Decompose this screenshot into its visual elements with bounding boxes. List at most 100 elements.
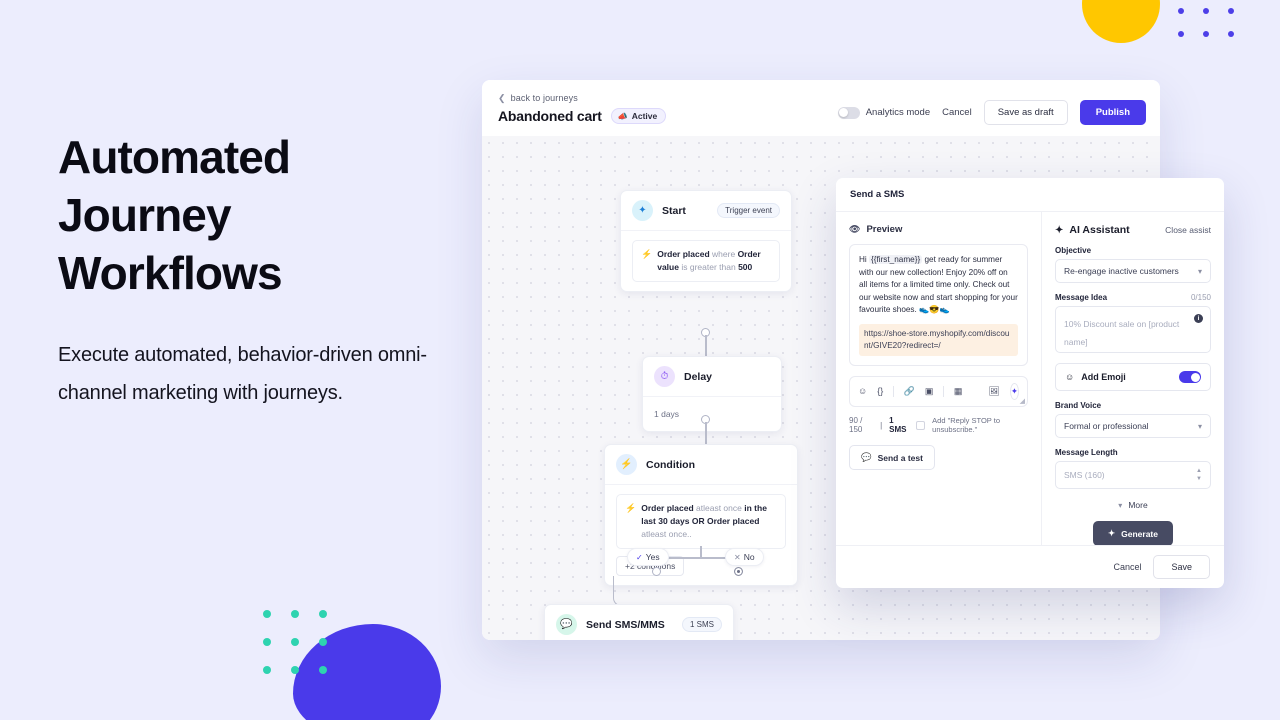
merge-tag-icon[interactable]: {} <box>877 387 883 396</box>
brand-voice-select[interactable]: Formal or professional ▾ <box>1055 414 1211 438</box>
branch-elbow-yes <box>613 576 657 606</box>
cond-rule-or: OR <box>691 516 705 526</box>
analytics-mode-toggle[interactable] <box>837 106 860 119</box>
modal-save-button[interactable]: Save <box>1153 555 1210 579</box>
cond-rule-a: Order placed <box>641 503 694 513</box>
message-preview-text: Hi {{first_name}} get ready for summer w… <box>859 254 1018 317</box>
chevron-down-icon-3: ▾ <box>1118 500 1123 510</box>
node-send-sms-pill: 1 SMS <box>681 617 722 632</box>
sms-editor-pane: 👁 Preview Hi {{first_name}} get ready fo… <box>836 212 1042 545</box>
node-delay-body: 1 days <box>643 397 781 431</box>
page-title: Abandoned cart <box>498 108 602 124</box>
cond-rule-d-light: atleast once.. <box>641 529 692 539</box>
image-placeholder-icon[interactable]: ▣ <box>925 387 934 396</box>
node-send-sms[interactable]: 💬 Send SMS/MMS 1 SMS Hi {{first_name}} g… <box>544 604 734 640</box>
node-start-header: ✦ Start Trigger event <box>621 191 791 231</box>
chat-bubble-icon-small: 💬 <box>861 452 872 462</box>
cursor-click-icon: ✦ <box>632 200 653 221</box>
counter-divider: | <box>880 420 883 430</box>
analytics-mode-label: Analytics mode <box>865 107 931 118</box>
chat-bubble-icon: 💬 <box>556 614 577 635</box>
stepper-arrows[interactable]: ▲ ▼ <box>1196 468 1202 482</box>
node-delay-header: ⏱ Delay <box>643 357 781 397</box>
builder-header: ❮ back to journeys Abandoned cart 📣 Acti… <box>482 80 1160 136</box>
caret-down-icon[interactable]: ▼ <box>1196 476 1202 482</box>
publish-button[interactable]: Publish <box>1079 100 1146 125</box>
rule-event: Order placed <box>657 249 710 259</box>
editor-toolbar: ☺ {} 🔗 ▣ ▦ 🖼 ✦ ◢ <box>849 376 1028 407</box>
info-icon[interactable]: i <box>1194 314 1203 323</box>
chevron-down-icon: ▾ <box>1197 266 1202 276</box>
unsubscribe-checkbox[interactable] <box>916 420 926 430</box>
hero-title-line-1: Automated <box>58 131 291 183</box>
node-start-title: Start <box>662 204 686 217</box>
message-length-stepper[interactable]: SMS (160) ▲ ▼ <box>1055 461 1211 489</box>
message-idea-row: Message Idea 0/150 <box>1055 293 1211 302</box>
objective-select[interactable]: Re-engage inactive customers ▾ <box>1055 259 1211 283</box>
send-sms-modal: Send a SMS 👁 Preview Hi {{first_name}} g… <box>836 178 1224 588</box>
more-options-toggle[interactable]: ▾ More <box>1055 500 1211 510</box>
hero-title: Automated Journey Workflows <box>58 128 428 302</box>
link-icon[interactable]: 🔗 <box>904 387 915 396</box>
media-icon[interactable]: 🖼 <box>988 387 999 396</box>
node-delay-title: Delay <box>684 370 713 383</box>
generate-button[interactable]: ✦ Generate <box>1093 521 1173 546</box>
connector-line-2 <box>705 422 707 446</box>
message-length-label: Message Length <box>1055 448 1118 457</box>
message-idea-textarea[interactable]: 10% Discount sale on [product name] i <box>1055 306 1211 353</box>
caret-up-icon[interactable]: ▲ <box>1196 468 1202 474</box>
cancel-button[interactable]: Cancel <box>942 107 972 118</box>
node-start-pill: Trigger event <box>717 203 780 218</box>
clock-icon: ⏱ <box>654 366 675 387</box>
generate-label: Generate <box>1121 528 1158 539</box>
preview-header: 👁 Preview <box>849 224 1028 235</box>
branch-dot-no[interactable] <box>734 567 743 576</box>
node-send-sms-title: Send SMS/MMS <box>586 618 665 631</box>
close-assist-button[interactable]: Close assist <box>1165 225 1211 235</box>
cond-rule-d: Order placed <box>706 516 760 526</box>
back-to-journeys-link[interactable]: ❮ back to journeys <box>498 93 666 103</box>
node-start-rule: ⚡ Order placed where Order value is grea… <box>632 240 780 282</box>
builder-header-left: ❮ back to journeys Abandoned cart 📣 Acti… <box>498 88 667 124</box>
objective-label: Objective <box>1055 246 1092 255</box>
branch-chip-no[interactable]: ✕ No <box>725 548 764 566</box>
back-link-label: back to journeys <box>510 93 578 103</box>
emoji-icon[interactable]: ☺ <box>858 387 867 396</box>
layout-icon[interactable]: ▦ <box>954 387 963 396</box>
branch-chip-yes[interactable]: ✓ Yes <box>627 548 669 566</box>
ai-sparkle-icon[interactable]: ✦ <box>1009 383 1019 400</box>
modal-cancel-button[interactable]: Cancel <box>1113 562 1141 572</box>
node-condition-body: ⚡ Order placed atleast once in the last … <box>605 485 797 585</box>
resize-grip-icon[interactable]: ◢ <box>1020 397 1025 405</box>
check-icon: ✓ <box>636 552 643 562</box>
message-preview-box[interactable]: Hi {{first_name}} get ready for summer w… <box>849 244 1028 366</box>
cond-rule-a-light: atleast once <box>696 503 742 513</box>
add-emoji-label: Add Emoji <box>1081 372 1126 382</box>
node-send-sms-header: 💬 Send SMS/MMS 1 SMS <box>545 605 733 640</box>
branch-dot-yes[interactable] <box>652 567 661 576</box>
brand-voice-label: Brand Voice <box>1055 401 1102 410</box>
sms-count: 1 SMS <box>889 416 907 434</box>
sparkle-icon: ✦ <box>1055 224 1064 236</box>
rule-operator: greater than <box>689 262 736 272</box>
message-idea-placeholder: 10% Discount sale on [product name] <box>1064 319 1180 347</box>
page-root: Automated Journey Workflows Execute auto… <box>0 0 1280 720</box>
node-start[interactable]: ✦ Start Trigger event ⚡ Order placed whe… <box>620 190 792 292</box>
send-a-test-button[interactable]: 💬 Send a test <box>849 445 935 470</box>
node-delay[interactable]: ⏱ Delay 1 days <box>642 356 782 432</box>
save-as-draft-button[interactable]: Save as draft <box>983 100 1068 125</box>
rule-value: 500 <box>738 262 753 272</box>
hero-title-line-2: Journey <box>58 189 232 241</box>
char-count: 90 / 150 <box>849 416 863 434</box>
more-label: More <box>1128 500 1148 510</box>
chevron-down-icon-2: ▾ <box>1197 421 1202 431</box>
megaphone-icon: 📣 <box>617 111 628 121</box>
add-emoji-row[interactable]: ☺ Add Emoji <box>1055 363 1211 391</box>
message-idea-count: 0/150 <box>1190 293 1211 302</box>
node-start-body: ⚡ Order placed where Order value is grea… <box>621 231 791 291</box>
modal-title: Send a SMS <box>836 178 1224 212</box>
add-emoji-left: ☺ Add Emoji <box>1065 372 1126 382</box>
bolt-icon-2: ⚡ <box>625 503 637 513</box>
add-emoji-toggle[interactable] <box>1179 371 1201 383</box>
message-link-chip[interactable]: https://shoe-store.myshopify.com/discoun… <box>859 323 1018 356</box>
